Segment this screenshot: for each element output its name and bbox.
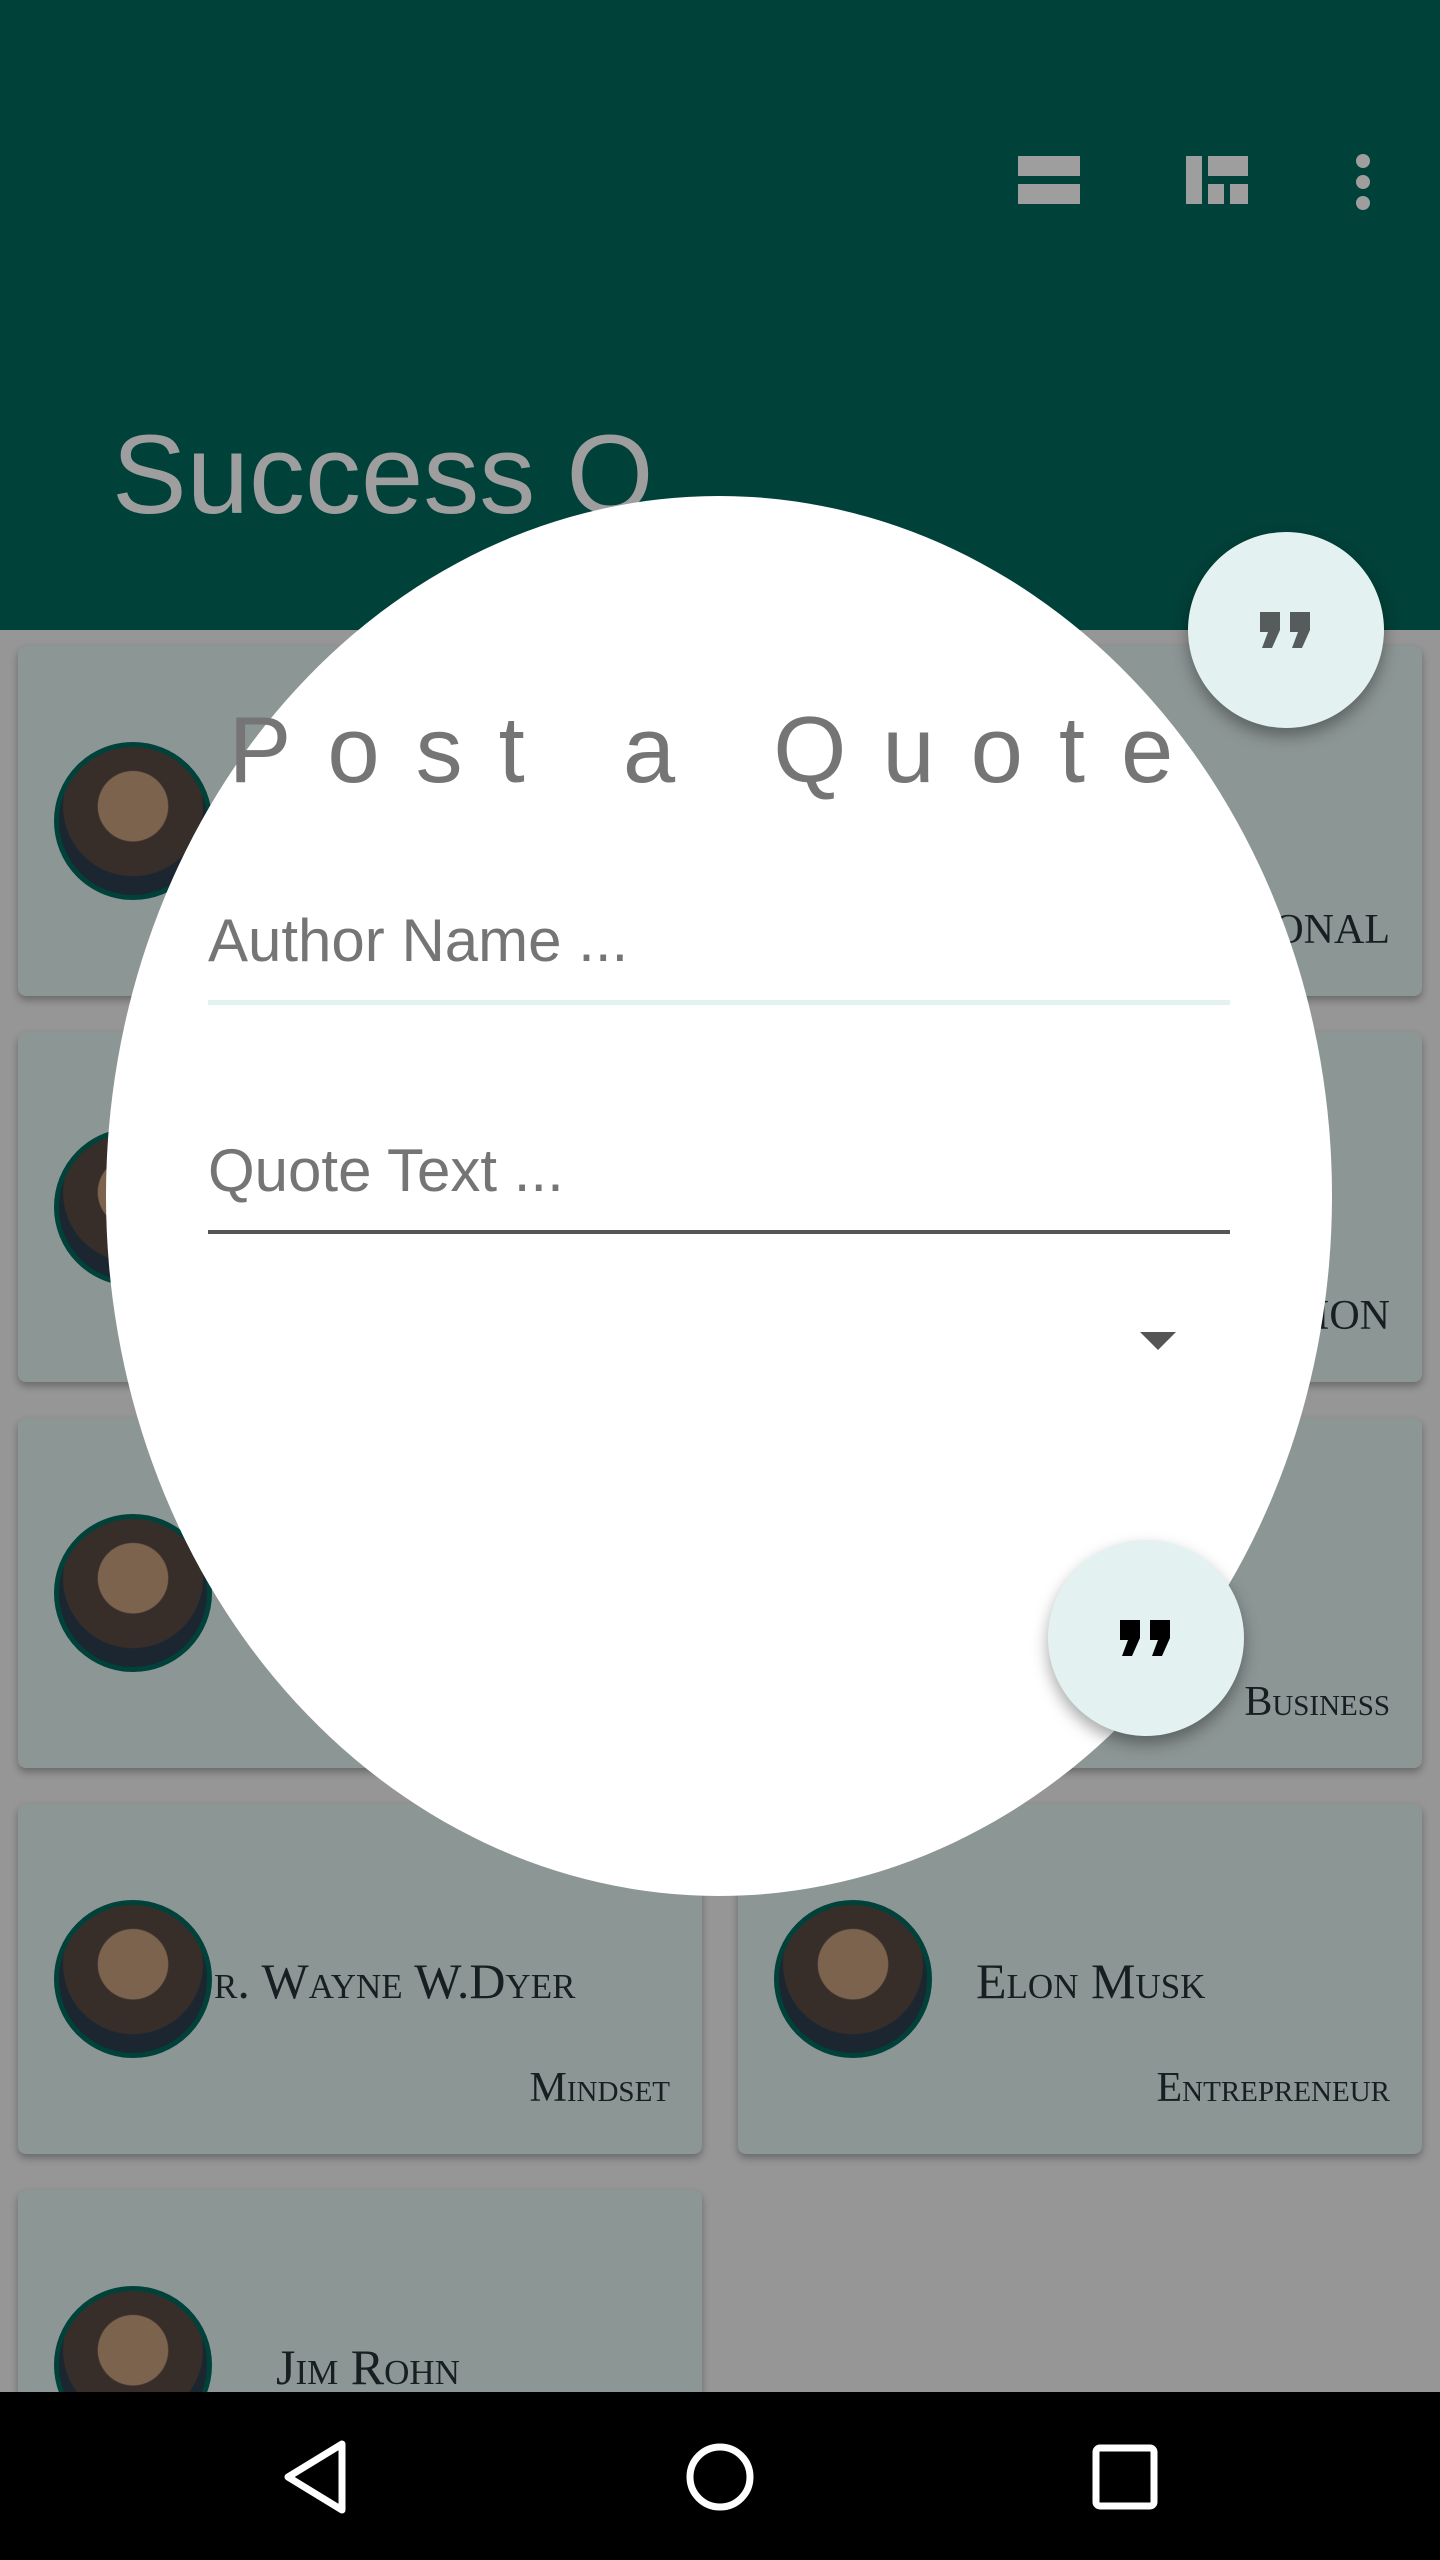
author-name-field[interactable] [208,880,1230,1005]
recents-icon[interactable] [1080,2432,1170,2522]
submit-quote-button[interactable] [1048,1540,1244,1736]
back-icon[interactable] [270,2432,360,2522]
format-quote-icon [1120,1620,1170,1656]
category-dropdown[interactable] [208,1296,1230,1396]
quote-text-field[interactable] [208,1110,1230,1234]
quote-text-input[interactable] [208,1110,1230,1230]
author-name-input[interactable] [208,880,1230,1000]
navigation-bar [0,2392,1440,2560]
dropdown-arrow-icon [1140,1332,1176,1350]
format-quote-icon [1260,612,1310,648]
home-icon[interactable] [675,2432,765,2522]
dialog-title: Post a Quote [228,697,1210,802]
screen: Success Q ONAL ION Business r. Wayne W.D… [0,0,1440,2560]
